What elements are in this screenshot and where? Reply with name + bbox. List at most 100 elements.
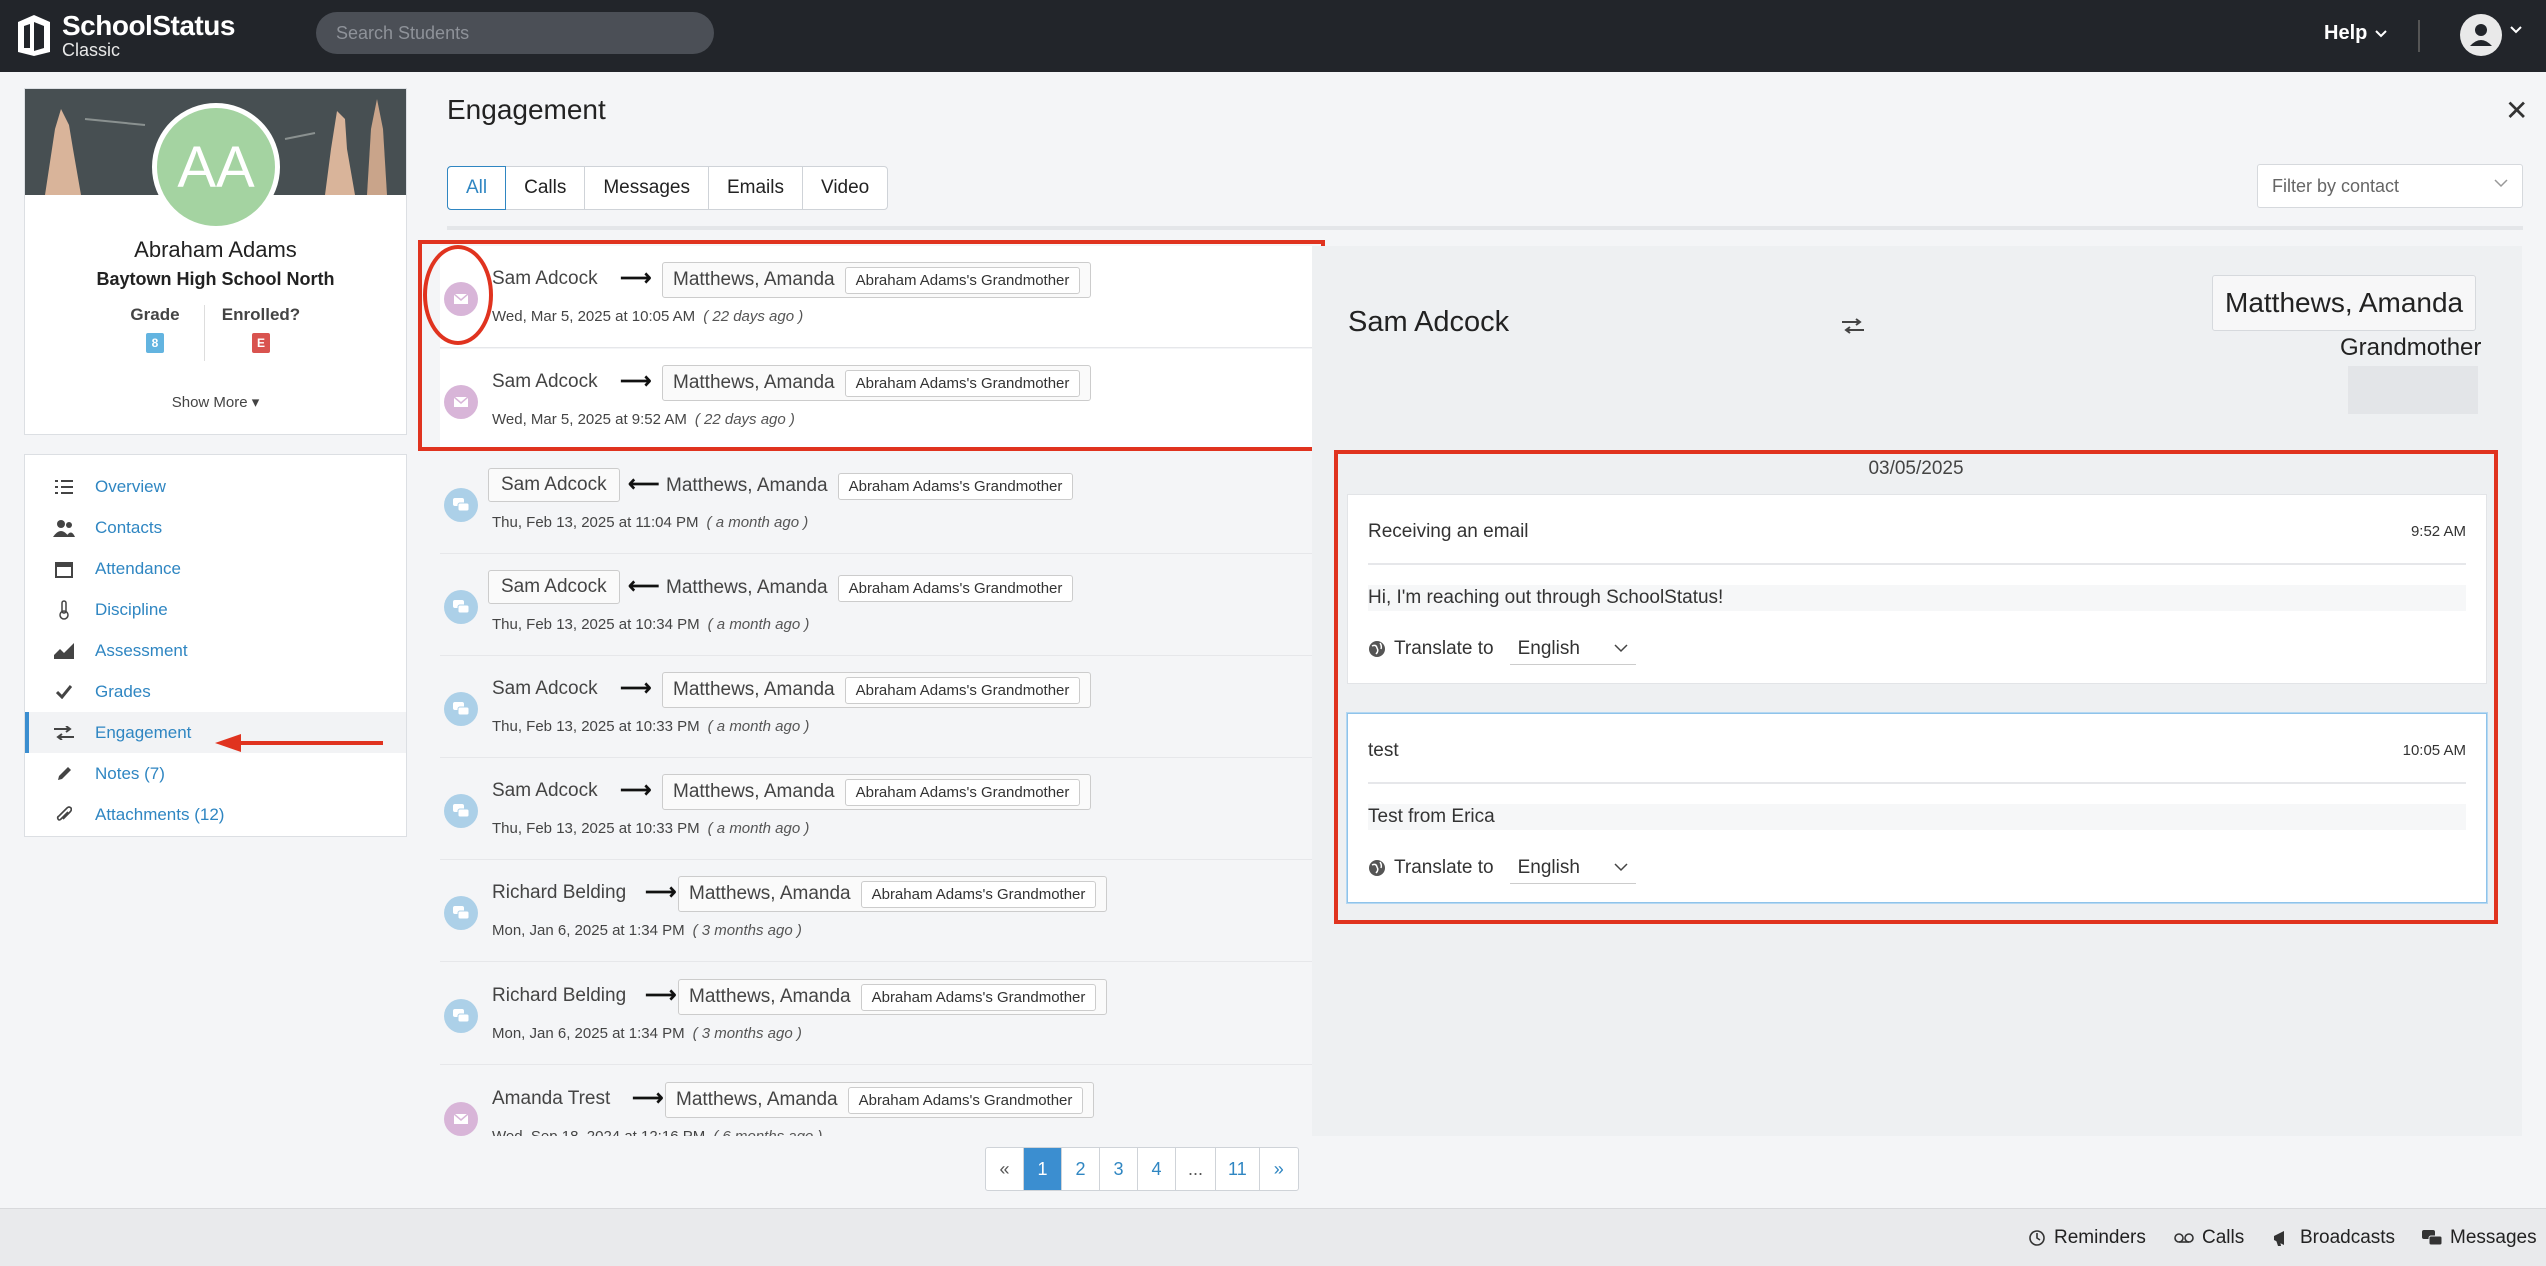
- tab-video[interactable]: Video: [803, 167, 887, 209]
- sidebar-item-overview[interactable]: Overview: [25, 466, 406, 507]
- enrolled-label: Enrolled?: [221, 305, 301, 324]
- engagement-row[interactable]: Sam Adcock ⟶ Matthews, Amanda Abraham Ad…: [440, 656, 1312, 758]
- chat-icon: [444, 794, 478, 828]
- sidebar-item-label: Grades: [95, 681, 151, 701]
- sidebar-item-label: Engagement: [95, 722, 192, 742]
- app-logo[interactable]: SchoolStatus Classic: [14, 12, 235, 60]
- grade-label: Grade: [130, 305, 180, 324]
- swap-icon: [53, 725, 75, 740]
- recipient-name: Matthews, Amanda: [676, 1089, 838, 1110]
- tab-calls[interactable]: Calls: [506, 167, 586, 209]
- annotation-highlight-oval: [423, 245, 493, 345]
- engagement-timestamp: Thu, Feb 13, 2025 at 11:04 PM( a month a…: [492, 514, 809, 531]
- chat-icon: [444, 692, 478, 726]
- annotation-arrow: [215, 734, 383, 752]
- stat-divider: [204, 305, 205, 361]
- sidebar-item-label: Attachments (12): [95, 804, 225, 824]
- engagement-row[interactable]: Amanda Trest ⟶ Matthews, Amanda Abraham …: [440, 1066, 1312, 1136]
- pagination-prev[interactable]: «: [986, 1148, 1024, 1190]
- pagination-next[interactable]: »: [1260, 1148, 1298, 1190]
- sidebar-item-contacts[interactable]: Contacts: [25, 507, 406, 548]
- sidebar-item-assessment[interactable]: Assessment: [25, 630, 406, 671]
- close-icon[interactable]: ✕: [2505, 94, 2528, 127]
- header-divider: [447, 226, 2523, 230]
- sidebar-item-attendance[interactable]: Attendance: [25, 548, 406, 589]
- reminders-label: Reminders: [2054, 1227, 2146, 1248]
- sender-name: Sam Adcock: [488, 570, 620, 604]
- reminders-button[interactable]: Reminders: [2028, 1227, 2146, 1249]
- contacts-icon: [53, 519, 75, 537]
- broadcasts-label: Broadcasts: [2300, 1227, 2396, 1248]
- sender-name: Sam Adcock: [488, 468, 620, 502]
- bottom-toolbar: Reminders Calls Broadcasts Messages: [0, 1208, 2546, 1266]
- engagement-timestamp: Mon, Jan 6, 2025 at 1:34 PM( 3 months ag…: [492, 922, 802, 939]
- pagination-page[interactable]: 3: [1100, 1148, 1138, 1190]
- pagination-page[interactable]: 2: [1062, 1148, 1100, 1190]
- sidebar-item-attachments[interactable]: Attachments (12): [25, 794, 406, 835]
- engagement-row[interactable]: Richard Belding ⟶ Matthews, Amanda Abrah…: [440, 963, 1312, 1065]
- annotation-highlight-box: [1334, 450, 2498, 924]
- detail-sender: Sam Adcock: [1348, 306, 1510, 338]
- calls-label: Calls: [2202, 1227, 2245, 1248]
- recipient-chip: Matthews, Amanda Abraham Adams's Grandmo…: [666, 570, 1083, 606]
- sender-name: Sam Adcock: [492, 678, 598, 699]
- chevron-down-icon[interactable]: [2510, 26, 2522, 34]
- sender-name: Sam Adcock: [492, 780, 598, 801]
- tab-all[interactable]: All: [447, 166, 507, 210]
- chat-icon: [2422, 1230, 2442, 1246]
- chevron-down-icon: [2494, 179, 2508, 188]
- search-students-input[interactable]: [316, 12, 714, 54]
- sidebar-item-discipline[interactable]: Discipline: [25, 589, 406, 630]
- engagement-row[interactable]: Richard Belding ⟶ Matthews, Amanda Abrah…: [440, 860, 1312, 962]
- engagement-row[interactable]: Sam Adcock ⟵ Matthews, Amanda Abraham Ad…: [440, 554, 1312, 656]
- pencil-icon: [53, 766, 75, 782]
- sender-name: Richard Belding: [492, 985, 627, 1006]
- pagination-page[interactable]: 1: [1024, 1148, 1062, 1190]
- engagement-timestamp: Thu, Feb 13, 2025 at 10:33 PM( a month a…: [492, 718, 810, 735]
- messages-button[interactable]: Messages: [2422, 1227, 2537, 1249]
- tab-messages[interactable]: Messages: [585, 167, 709, 209]
- sidebar-item-grades[interactable]: Grades: [25, 671, 406, 712]
- relation-tag: Abraham Adams's Grandmother: [837, 574, 1074, 602]
- relation-tag: Abraham Adams's Grandmother: [860, 983, 1097, 1011]
- pagination-page[interactable]: 11: [1216, 1148, 1260, 1190]
- enrolled-badge: E: [252, 333, 270, 353]
- recipient-chip: Matthews, Amanda Abraham Adams's Grandmo…: [665, 1082, 1095, 1118]
- user-icon: [2470, 24, 2492, 46]
- arrow-right-icon: ⟶: [620, 777, 652, 802]
- arrow-right-icon: ⟶: [645, 879, 677, 904]
- filter-by-contact-select[interactable]: Filter by contact: [2257, 164, 2523, 208]
- broadcasts-button[interactable]: Broadcasts: [2272, 1227, 2395, 1249]
- voicemail-icon: [2174, 1233, 2194, 1243]
- recipient-chip: Matthews, Amanda Abraham Adams's Grandmo…: [678, 979, 1108, 1015]
- student-name: Abraham Adams: [134, 237, 297, 262]
- engagement-row[interactable]: Sam Adcock ⟶ Matthews, Amanda Abraham Ad…: [440, 758, 1312, 860]
- sidebar-item-label: Assessment: [95, 640, 188, 660]
- sidebar-item-notes[interactable]: Notes (7): [25, 753, 406, 794]
- chart-area-icon: [53, 642, 75, 659]
- sidebar-item-label: Overview: [95, 476, 166, 496]
- email-icon: [444, 1102, 478, 1136]
- student-avatar: AA: [152, 103, 280, 231]
- engagement-timestamp: Wed, Sep 18, 2024 at 12:16 PM( 6 months …: [492, 1128, 822, 1136]
- engagement-timestamp: Thu, Feb 13, 2025 at 10:34 PM( a month a…: [492, 616, 810, 633]
- relation-tag: Abraham Adams's Grandmother: [844, 676, 1081, 704]
- logo-mark-icon: [18, 15, 50, 56]
- arrow-left-icon: ⟵: [628, 471, 660, 496]
- tab-emails[interactable]: Emails: [709, 167, 803, 209]
- recipient-name: Matthews, Amanda: [673, 679, 835, 700]
- page-title: Engagement: [447, 94, 606, 125]
- show-more-toggle[interactable]: Show More ▾: [25, 393, 406, 411]
- clock-icon: [2029, 1230, 2045, 1246]
- pagination-page[interactable]: 4: [1138, 1148, 1176, 1190]
- detail-recipient: Matthews, Amanda: [2212, 275, 2477, 331]
- school-name: Baytown High School North: [96, 269, 335, 289]
- calls-button[interactable]: Calls: [2174, 1227, 2244, 1249]
- user-avatar-button[interactable]: [2460, 14, 2502, 56]
- enrolled-stat: Enrolled? E: [211, 305, 311, 353]
- engagement-row[interactable]: Sam Adcock ⟵ Matthews, Amanda Abraham Ad…: [440, 452, 1312, 554]
- student-sidebar-nav: Overview Contacts Attendance Discipline …: [24, 454, 407, 837]
- help-menu[interactable]: Help: [2324, 22, 2388, 45]
- engagement-timestamp: Mon, Jan 6, 2025 at 1:34 PM( 3 months ag…: [492, 1025, 802, 1042]
- chat-icon: [444, 590, 478, 624]
